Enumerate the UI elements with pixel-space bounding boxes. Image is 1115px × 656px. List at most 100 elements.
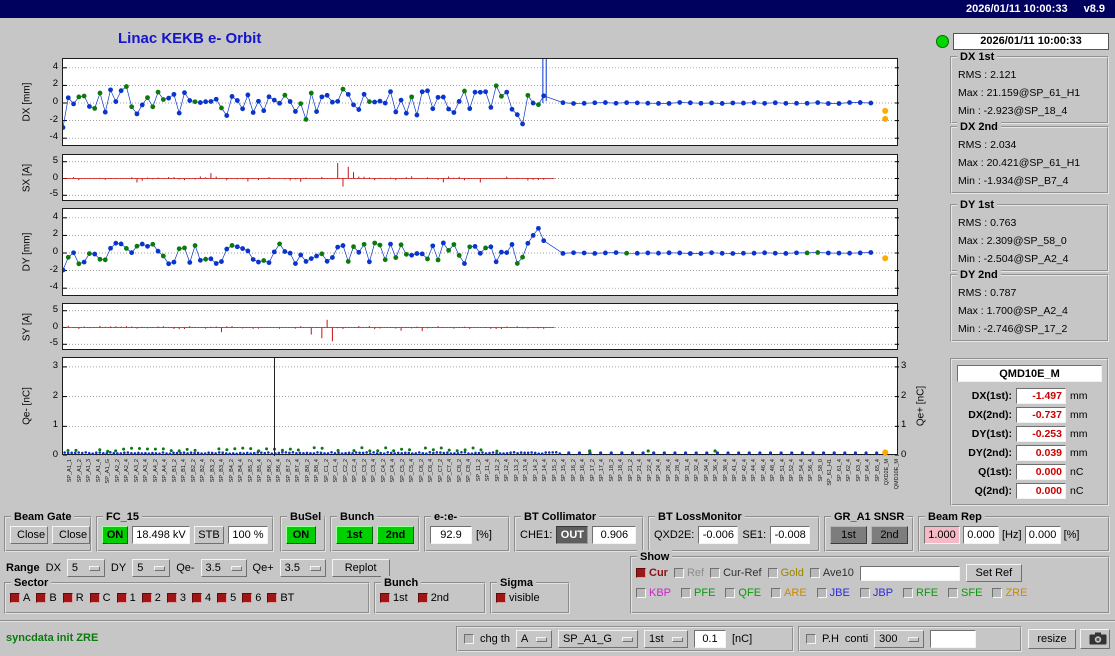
bunch-select-1st-checkbox[interactable] <box>380 593 390 603</box>
bunch-select-2nd-checkbox[interactable] <box>417 593 428 603</box>
gr-a1-2nd-button[interactable]: 2nd <box>871 526 908 544</box>
sector-r-item[interactable]: R <box>62 592 84 604</box>
sector-a-checkbox[interactable] <box>10 593 20 603</box>
sector-2-checkbox[interactable] <box>141 593 152 603</box>
show-sfe-checkbox[interactable] <box>948 588 959 598</box>
x-axis-label: SP_14_4 <box>542 459 548 482</box>
sector-6-checkbox[interactable] <box>242 593 253 603</box>
dropdown-value: 3.5 <box>284 562 300 574</box>
sector-a-item[interactable]: A <box>10 592 30 604</box>
sector-group-label: Sector <box>11 576 52 590</box>
camera-button[interactable] <box>1080 629 1110 649</box>
sector-c-checkbox[interactable] <box>89 593 100 603</box>
chg-th-checkbox[interactable] <box>464 634 474 644</box>
sector-bt-item[interactable]: BT <box>267 592 294 604</box>
show-jbp-item[interactable]: JBP <box>859 587 893 599</box>
range-qe-plus-dropdown[interactable]: 3.5 <box>279 559 326 577</box>
bpm-dropdown[interactable]: SP_A1_G <box>557 630 638 648</box>
sector-b-checkbox[interactable] <box>36 593 47 603</box>
show-qfe-checkbox[interactable] <box>725 588 736 598</box>
che1-value: 0.906 <box>592 526 637 544</box>
sigma-visible-item[interactable]: visible <box>496 592 540 604</box>
ph-checkbox[interactable] <box>806 634 816 644</box>
busel-group: BuSel ON <box>280 510 326 552</box>
x-axis-label: SP_A3_4 <box>143 459 149 483</box>
sector-4-checkbox[interactable] <box>191 593 202 603</box>
show-cur-ref-item[interactable]: Cur-Ref <box>710 567 762 579</box>
busel-on-button[interactable]: ON <box>286 526 316 544</box>
bunch-1st-button[interactable]: 1st <box>336 526 373 544</box>
fc15-group-label: FC_15 <box>103 510 143 524</box>
sector-1-item[interactable]: 1 <box>116 592 136 604</box>
bunch-select-2nd-item[interactable]: 2nd <box>417 592 449 604</box>
show-are-checkbox[interactable] <box>771 588 782 598</box>
show-zre-item[interactable]: ZRE <box>992 587 1027 599</box>
beam-rep-value-3: 0.000 <box>1024 526 1061 544</box>
sector-r-checkbox[interactable] <box>62 593 73 603</box>
sector-2-label: 2 <box>154 592 161 604</box>
sector-6-item[interactable]: 6 <box>242 592 261 604</box>
show-are-item[interactable]: ARE <box>771 587 807 599</box>
sigma-visible-checkbox[interactable] <box>496 593 506 603</box>
sector-c-label: C <box>102 592 111 604</box>
dropdown-indicator <box>535 636 547 642</box>
beam-gate-close-button-1[interactable]: Close <box>10 526 48 544</box>
sector-5-checkbox[interactable] <box>217 593 228 603</box>
show-ave10-item[interactable]: Ave10 <box>809 567 854 579</box>
show-ref-checkbox[interactable] <box>673 568 684 578</box>
range-qe-minus-dropdown[interactable]: 3.5 <box>200 559 247 577</box>
sector-dropdown[interactable]: A <box>515 630 552 648</box>
show-cur-ref-checkbox[interactable] <box>710 568 721 578</box>
x-axis-label: SP_B4_4 <box>238 459 244 483</box>
x-axis-label: SP_A2_4 <box>124 459 130 483</box>
beam-gate-close-button-2[interactable]: Close <box>52 526 90 544</box>
range-dx-dropdown[interactable]: 5 <box>66 559 105 577</box>
sector-c-item[interactable]: C <box>89 592 111 604</box>
show-kbp-checkbox[interactable] <box>636 588 646 598</box>
show-rfe-item[interactable]: RFE <box>903 587 938 599</box>
range-dy-dropdown[interactable]: 5 <box>132 559 171 577</box>
show-ave10-checkbox[interactable] <box>809 568 820 578</box>
titlebar-version: v8.9 <box>1083 3 1105 15</box>
show-kbp-item[interactable]: KBP <box>636 587 671 599</box>
rate-dropdown[interactable]: 300 <box>874 630 925 648</box>
show-group: Show Cur Ref Cur-Ref Gold Ave10 Set Ref KBP P… <box>630 550 1110 614</box>
sector-2-item[interactable]: 2 <box>141 592 161 604</box>
show-jbe-item[interactable]: JBE <box>816 587 850 599</box>
sector-b-item[interactable]: B <box>36 592 57 604</box>
gr-a1-1st-button[interactable]: 1st <box>830 526 867 544</box>
sector-1-checkbox[interactable] <box>116 593 127 603</box>
sector-3-checkbox[interactable] <box>166 593 177 603</box>
show-cur-item[interactable]: Cur <box>636 567 668 579</box>
show-ref-item[interactable]: Ref <box>673 567 704 579</box>
sector-4-item[interactable]: 4 <box>191 592 211 604</box>
show-pfe-checkbox[interactable] <box>681 588 692 598</box>
fc15-stb-button[interactable]: STB <box>194 526 224 544</box>
sector-5-item[interactable]: 5 <box>217 592 236 604</box>
show-qfe-item[interactable]: QFE <box>725 587 761 599</box>
show-cur-checkbox[interactable] <box>636 568 646 578</box>
y-axis-label-dx: DX [mm] <box>21 82 33 122</box>
show-zre-checkbox[interactable] <box>992 588 1003 598</box>
show-jbp-checkbox[interactable] <box>859 588 870 598</box>
fc15-on-button[interactable]: ON <box>102 526 128 544</box>
sector-bt-checkbox[interactable] <box>267 593 278 603</box>
show-jbe-checkbox[interactable] <box>816 588 827 598</box>
replot-button[interactable]: Replot <box>331 559 390 577</box>
resize-button[interactable]: resize <box>1028 629 1076 649</box>
show-rfe-checkbox[interactable] <box>903 588 914 598</box>
show-gold-item[interactable]: Gold <box>767 567 804 579</box>
x-axis-label: SP_15_4 <box>561 459 567 482</box>
show-sfe-item[interactable]: SFE <box>948 587 982 599</box>
show-pfe-item[interactable]: PFE <box>681 587 715 599</box>
bunch-2nd-button[interactable]: 2nd <box>377 526 414 544</box>
x-axis-label: SP_21_2 <box>627 459 634 482</box>
bunch-select-1st-item[interactable]: 1st <box>380 592 408 604</box>
bunch-dropdown[interactable]: 1st <box>643 630 688 648</box>
ref-name-input[interactable] <box>859 565 960 581</box>
x-axis-label: SP_13_2 <box>513 459 520 482</box>
sector-3-item[interactable]: 3 <box>166 592 186 604</box>
show-qfe-label: QFE <box>738 587 762 599</box>
set-ref-button[interactable]: Set Ref <box>965 564 1022 582</box>
show-gold-checkbox[interactable] <box>767 568 778 578</box>
